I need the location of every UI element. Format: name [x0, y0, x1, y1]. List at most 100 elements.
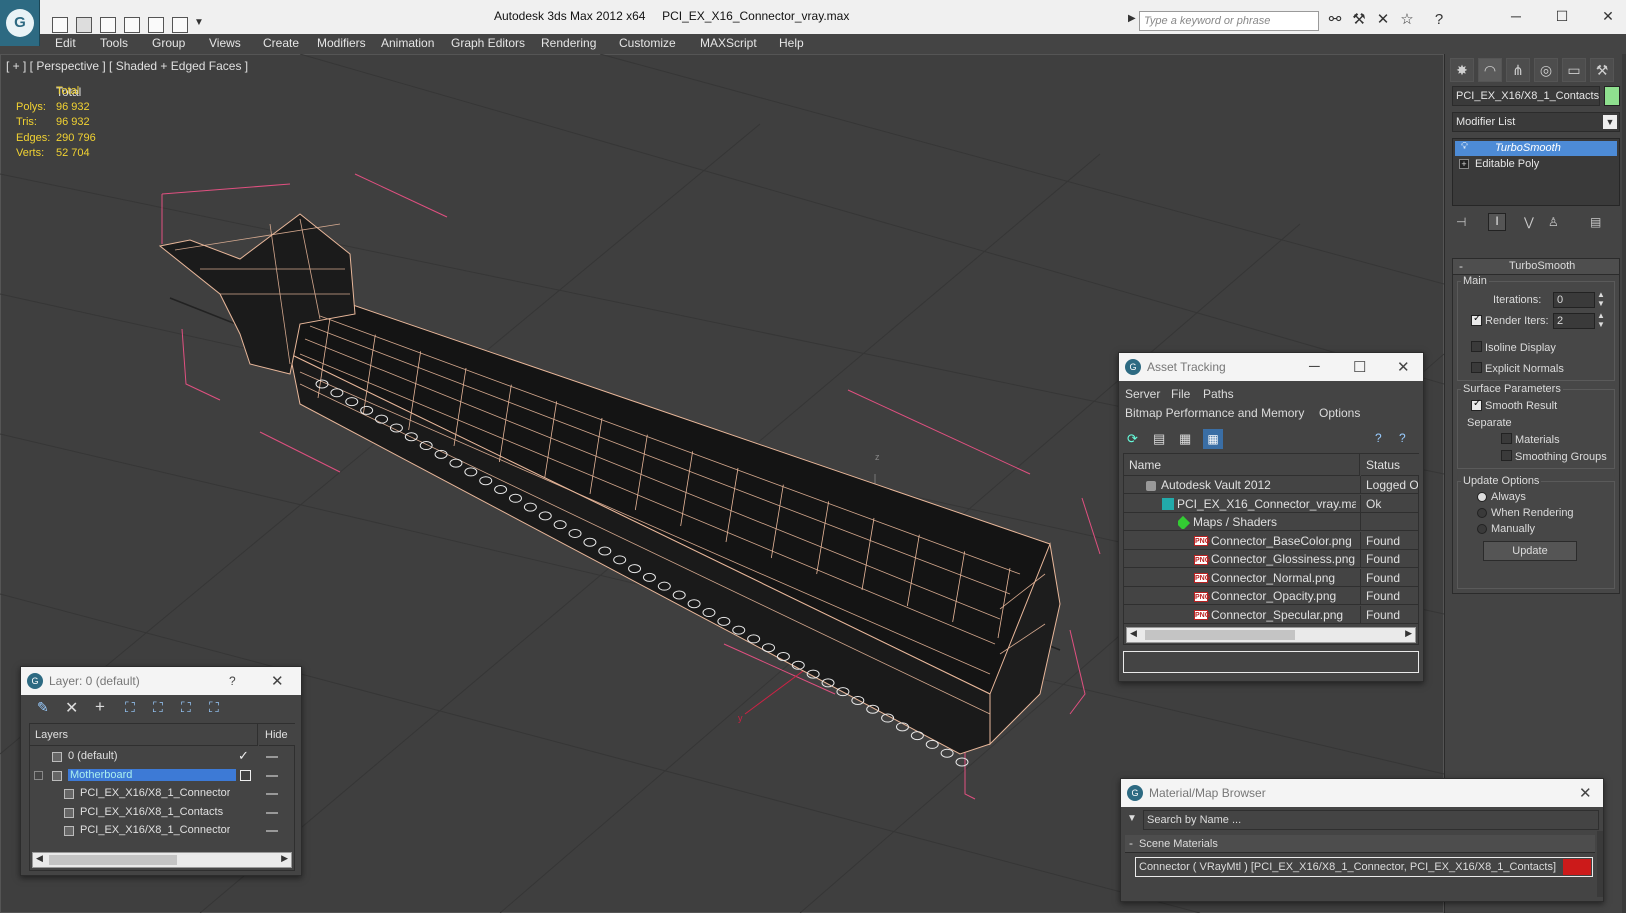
menu-edit[interactable]: Edit [55, 36, 76, 50]
scroll-left-icon[interactable]: ◀ [1130, 628, 1137, 639]
rollout-header[interactable]: - TurboSmooth [1453, 259, 1619, 275]
viewport-label[interactable]: [ + ] [ Perspective ] [ Shaded + Edged F… [6, 59, 248, 73]
refresh-icon[interactable]: ⟳ [1127, 431, 1138, 447]
maximize-icon[interactable]: ☐ [1552, 8, 1572, 24]
set-current-layer-icon[interactable] [240, 769, 251, 781]
collapse-minus-icon[interactable]: - [1459, 259, 1463, 273]
select-objects-icon[interactable]: ⛶ [125, 699, 135, 716]
table-row[interactable]: PNGConnector_Opacity.png Found [1124, 587, 1418, 605]
remove-modifier-icon[interactable]: ♙ [1548, 215, 1559, 229]
menu-server[interactable]: Server [1125, 387, 1160, 401]
server-help-icon[interactable]: ? [1375, 431, 1382, 445]
maximize-icon[interactable]: ☐ [1353, 358, 1366, 376]
spinner-arrows-icon[interactable]: ▲ ▼ [1597, 311, 1605, 329]
table-row[interactable]: PNGConnector_Glossiness.png Found [1124, 550, 1418, 568]
browser-options-icon[interactable]: ▼ [1127, 813, 1137, 824]
close-icon[interactable]: ✕ [271, 672, 284, 690]
configure-modifier-sets-icon[interactable]: ▤ [1590, 215, 1601, 229]
layer-row[interactable]: Motherboard [30, 767, 294, 785]
table-row[interactable]: PNGConnector_Specular.png Found [1124, 605, 1418, 624]
scroll-thumb[interactable] [1145, 630, 1295, 640]
hide-toggle[interactable] [266, 756, 278, 758]
minimize-icon[interactable]: ─ [1506, 8, 1526, 24]
minimize-icon[interactable]: ─ [1309, 358, 1320, 375]
menu-help[interactable]: Help [779, 36, 804, 50]
create-tab-icon[interactable]: ✸ [1450, 58, 1474, 82]
menu-maxscript[interactable]: MAXScript [700, 36, 757, 50]
menu-views[interactable]: Views [209, 36, 241, 50]
menu-modifiers[interactable]: Modifiers [317, 36, 366, 50]
table-row[interactable]: PCI_EX_X16_Connector_vray.max Ok [1124, 494, 1418, 513]
close-icon[interactable]: ✕ [1397, 358, 1410, 376]
manually-radio[interactable] [1477, 524, 1487, 534]
menu-bitmap-performance[interactable]: Bitmap Performance and Memory [1125, 406, 1304, 420]
menu-tools[interactable]: Tools [100, 36, 128, 50]
material-browser-titlebar[interactable]: G Material/Map Browser ✕ [1121, 779, 1603, 807]
lightbulb-icon[interactable]: 💡︎ [1461, 141, 1468, 152]
display-tab-icon[interactable]: ▭ [1562, 58, 1586, 82]
modifier-list-dropdown[interactable]: Modifier List ▼ [1452, 112, 1620, 132]
horizontal-scrollbar[interactable]: ◀ ▶ [1126, 627, 1416, 643]
always-radio[interactable] [1477, 492, 1487, 502]
layer-explorer-titlebar[interactable]: G Layer: 0 (default) ? ✕ [21, 667, 301, 695]
layer-row[interactable]: PCI_EX_X16/X8_1_Connector [30, 785, 294, 803]
hide-toggle[interactable] [266, 811, 278, 814]
table-row[interactable]: Autodesk Vault 2012 Logged O [1124, 476, 1418, 494]
utilities-tab-icon[interactable]: ⚒ [1590, 58, 1614, 82]
horizontal-scrollbar[interactable]: ◀ ▶ [32, 852, 292, 868]
layer-row[interactable]: 0 (default) ✓ [30, 748, 294, 766]
hide-column-header[interactable]: Hide [259, 724, 295, 746]
layer-row[interactable]: PCI_EX_X16/X8_1_Contacts [30, 804, 294, 822]
hierarchy-tab-icon[interactable]: ⋔ [1506, 58, 1530, 82]
make-unique-icon[interactable]: ⋁ [1524, 215, 1534, 229]
update-button[interactable]: Update [1483, 541, 1577, 561]
app-menu-button[interactable]: G [0, 0, 40, 46]
menu-group[interactable]: Group [152, 36, 185, 50]
asset-path-field[interactable] [1123, 651, 1419, 673]
hide-toggle[interactable] [266, 774, 278, 777]
hide-toggle[interactable] [266, 793, 278, 795]
scroll-left-icon[interactable]: ◀ [36, 853, 43, 864]
collapse-minus-icon[interactable] [34, 770, 43, 780]
scene-materials-group-header[interactable]: - Scene Materials [1125, 835, 1595, 853]
show-end-result-icon[interactable]: I [1488, 213, 1506, 231]
add-to-layer-icon[interactable]: + [95, 697, 105, 717]
favorites-star-icon[interactable]: ☆ [1398, 11, 1416, 29]
expand-plus-icon[interactable]: + [1459, 159, 1469, 169]
redo-icon[interactable] [148, 17, 164, 33]
stack-item-editable-poly[interactable]: + Editable Poly [1455, 157, 1617, 172]
render-iters-spinner[interactable]: 2 [1553, 313, 1595, 329]
menu-rendering[interactable]: Rendering [541, 36, 596, 50]
pin-stack-icon[interactable]: ⊣ [1456, 215, 1466, 229]
close-icon[interactable]: ✕ [1598, 8, 1618, 24]
freeze-unfreeze-all-icon[interactable]: ⛶ [209, 699, 219, 716]
menu-create[interactable]: Create [263, 36, 299, 50]
object-name-field[interactable]: PCI_EX_X16/X8_1_Contacts [1452, 86, 1600, 106]
vertical-scrollbar[interactable] [1597, 831, 1603, 897]
separate-materials-checkbox[interactable] [1501, 433, 1512, 444]
layer-row[interactable]: PCI_EX_X16/X8_1_Connector [30, 822, 294, 840]
table-row[interactable]: PNGConnector_Normal.png Found [1124, 568, 1418, 587]
object-color-swatch[interactable] [1604, 86, 1620, 106]
search-expand-icon[interactable]: ▶ [1128, 13, 1138, 29]
menu-customize[interactable]: Customize [619, 36, 676, 50]
delete-layer-icon[interactable]: ✕ [65, 698, 78, 718]
status-column-header[interactable]: Status [1361, 454, 1419, 476]
table-view-icon[interactable]: ▦ [1203, 429, 1223, 449]
when-rendering-radio[interactable] [1477, 508, 1487, 518]
menu-animation[interactable]: Animation [381, 36, 434, 50]
communication-center-icon[interactable]: ✕ [1374, 11, 1392, 29]
stack-item-turbosmooth[interactable]: 💡︎ TurboSmooth [1455, 141, 1617, 156]
new-file-icon[interactable] [52, 17, 68, 33]
list-view-icon[interactable]: ▤ [1153, 431, 1165, 447]
scroll-right-icon[interactable]: ▶ [1405, 628, 1412, 639]
menu-options[interactable]: Options [1319, 406, 1360, 420]
current-layer-check-icon[interactable]: ✓ [238, 748, 249, 764]
open-file-icon[interactable] [76, 17, 92, 33]
options-help-icon[interactable]: ? [1399, 431, 1406, 445]
undo-icon[interactable] [124, 17, 140, 33]
scroll-thumb[interactable] [49, 855, 177, 865]
material-search-input[interactable]: Search by Name ... [1143, 810, 1599, 830]
collapse-minus-icon[interactable]: - [1129, 836, 1133, 850]
modify-tab-icon[interactable]: ◠ [1478, 58, 1502, 82]
